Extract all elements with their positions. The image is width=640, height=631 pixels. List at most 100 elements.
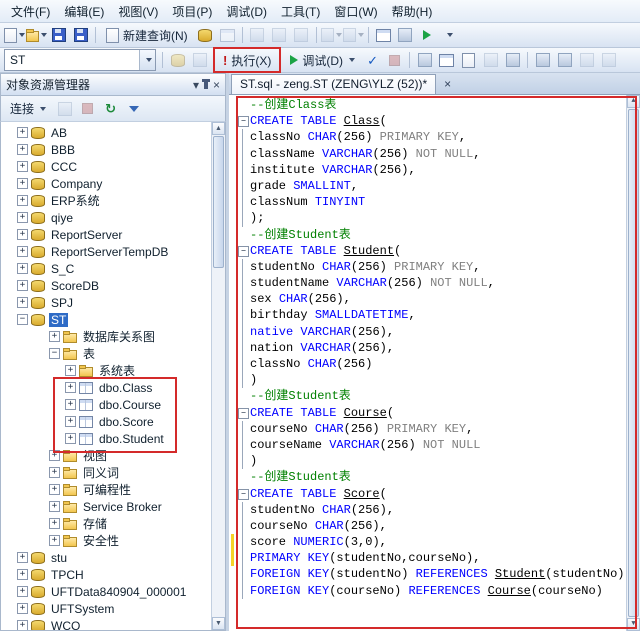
collapse-region-icon[interactable]: − (238, 116, 249, 127)
expand-icon[interactable]: + (17, 569, 28, 580)
menu-file[interactable]: 文件(F) (4, 1, 57, 22)
tree-item-BBB[interactable]: +BBB (1, 141, 225, 158)
expand-icon[interactable]: + (49, 467, 60, 478)
menu-tools[interactable]: 工具(T) (274, 1, 327, 22)
tree-item-label[interactable]: BBB (49, 143, 77, 157)
tree-item-label[interactable]: TPCH (49, 568, 86, 582)
increase-indent-icon[interactable] (598, 50, 619, 70)
tree-item-label[interactable]: 可编程性 (81, 481, 133, 498)
analysis-services-query-icon[interactable] (217, 25, 238, 45)
tree-scrollbar[interactable]: ▲ ▼ (211, 122, 225, 630)
tree-item-ScoreDB[interactable]: +ScoreDB (1, 277, 225, 294)
tree-item-label[interactable]: AB (49, 126, 69, 140)
change-connection-icon[interactable] (167, 50, 188, 70)
expand-icon[interactable]: + (65, 416, 76, 427)
tree-item-label[interactable]: qiye (49, 211, 75, 225)
save-all-icon[interactable] (70, 25, 91, 45)
new-item-dropdown-icon[interactable] (4, 25, 25, 45)
results-to-grid-icon[interactable] (436, 50, 457, 70)
expand-icon[interactable]: + (49, 484, 60, 495)
tree-item-安全性[interactable]: +安全性 (1, 532, 225, 549)
tree-item-系统表[interactable]: +系统表 (1, 362, 225, 379)
results-to-file-icon[interactable] (458, 50, 479, 70)
tree-item-dbo.Course[interactable]: +dbo.Course (1, 396, 225, 413)
expand-icon[interactable]: + (49, 535, 60, 546)
menu-project[interactable]: 项目(P) (165, 1, 219, 22)
collapse-icon[interactable]: − (49, 348, 60, 359)
tree-item-表[interactable]: −表 (1, 345, 225, 362)
expand-icon[interactable]: + (65, 399, 76, 410)
editor-scrollbar[interactable]: ▲ ▼ (626, 95, 640, 631)
collapse-region-icon[interactable]: − (238, 489, 249, 500)
tree-item-Service Broker[interactable]: +Service Broker (1, 498, 225, 515)
tree-item-TPCH[interactable]: + TPCH (1, 566, 225, 583)
tree-item-label[interactable]: ST (49, 313, 68, 327)
tree-item-数据库关系图[interactable]: +数据库关系图 (1, 328, 225, 345)
tree-item-label[interactable]: ReportServerTempDB (49, 245, 170, 259)
stop-icon[interactable] (77, 99, 98, 119)
redo-icon[interactable] (343, 25, 364, 45)
results-to-text-icon[interactable] (414, 50, 435, 70)
undo-icon[interactable] (321, 25, 342, 45)
tree-item-dbo.Student[interactable]: +dbo.Student (1, 430, 225, 447)
tree-item-S_C[interactable]: + S_C (1, 260, 225, 277)
expand-icon[interactable]: + (17, 229, 28, 240)
expand-icon[interactable]: + (17, 263, 28, 274)
expand-icon[interactable]: + (17, 212, 28, 223)
tree-item-label[interactable]: S_C (49, 262, 76, 276)
tree-item-Company[interactable]: + Company (1, 175, 225, 192)
scrollbar-thumb[interactable] (213, 136, 224, 268)
disconnect-icon[interactable] (54, 99, 75, 119)
tree-item-label[interactable]: Service Broker (81, 500, 164, 514)
tree-item-WCO[interactable]: +WCO (1, 617, 225, 631)
tree-item-label[interactable]: UFTSystem (49, 602, 116, 616)
tree-item-CCC[interactable]: +CCC (1, 158, 225, 175)
start-icon[interactable] (417, 25, 438, 45)
expand-icon[interactable]: + (17, 297, 28, 308)
expand-icon[interactable]: + (17, 178, 28, 189)
tree-item-可编程性[interactable]: + 可编程性 (1, 481, 225, 498)
tree-item-label[interactable]: ScoreDB (49, 279, 101, 293)
tree-item-label[interactable]: 表 (81, 345, 97, 362)
expand-icon[interactable]: + (17, 586, 28, 597)
available-databases-combo[interactable]: ST (4, 49, 156, 71)
change-database-icon[interactable] (189, 50, 210, 70)
connect-button[interactable]: 连接 (4, 99, 52, 119)
expand-icon[interactable]: + (17, 161, 28, 172)
tree-item-ReportServerTempDB[interactable]: + ReportServerTempDB (1, 243, 225, 260)
tree-item-视图[interactable]: + 视图 (1, 447, 225, 464)
tree-item-存储[interactable]: +存储 (1, 515, 225, 532)
expand-icon[interactable]: + (17, 552, 28, 563)
tree-item-label[interactable]: Company (49, 177, 104, 191)
collapse-icon[interactable]: − (17, 314, 28, 325)
tree-item-label[interactable]: 视图 (81, 447, 109, 464)
menu-view[interactable]: 视图(V) (111, 1, 165, 22)
tree-item-label[interactable]: stu (49, 551, 69, 565)
expand-icon[interactable]: + (17, 195, 28, 206)
activity-monitor-icon[interactable] (373, 25, 394, 45)
tab-st-sql[interactable]: ST.sql - zeng.ST (ZENG\YLZ (52))* (231, 74, 436, 94)
scroll-down-icon[interactable]: ▼ (627, 618, 640, 631)
open-file-icon[interactable] (26, 25, 47, 45)
tree-item-label[interactable]: SPJ (49, 296, 75, 310)
tree-item-label[interactable]: 数据库关系图 (81, 328, 157, 345)
sql-editor[interactable]: --创建Class表−CREATE TABLE Class(classNo CH… (229, 95, 640, 631)
database-engine-query-icon[interactable] (195, 25, 216, 45)
code-area[interactable]: --创建Class表−CREATE TABLE Class(classNo CH… (229, 97, 640, 599)
execute-button[interactable]: ! 执行(X) (217, 50, 277, 70)
cut-icon[interactable] (247, 25, 268, 45)
tree-item-label[interactable]: WCO (49, 619, 82, 631)
tree-item-AB[interactable]: +AB (1, 124, 225, 141)
combo-dropdown-icon[interactable] (139, 50, 155, 70)
expand-icon[interactable]: + (17, 246, 28, 257)
save-icon[interactable] (48, 25, 69, 45)
tree-item-stu[interactable]: + stu (1, 549, 225, 566)
close-tab-icon[interactable]: × (440, 77, 455, 91)
expand-icon[interactable]: + (49, 450, 60, 461)
tree-item-label[interactable]: 同义词 (81, 464, 121, 481)
tree-item-ReportServer[interactable]: +ReportServer (1, 226, 225, 243)
new-query-button[interactable]: 新建查询(N) (100, 25, 194, 45)
uncomment-icon[interactable] (554, 50, 575, 70)
comment-icon[interactable] (532, 50, 553, 70)
tree-item-dbo.Score[interactable]: +dbo.Score (1, 413, 225, 430)
